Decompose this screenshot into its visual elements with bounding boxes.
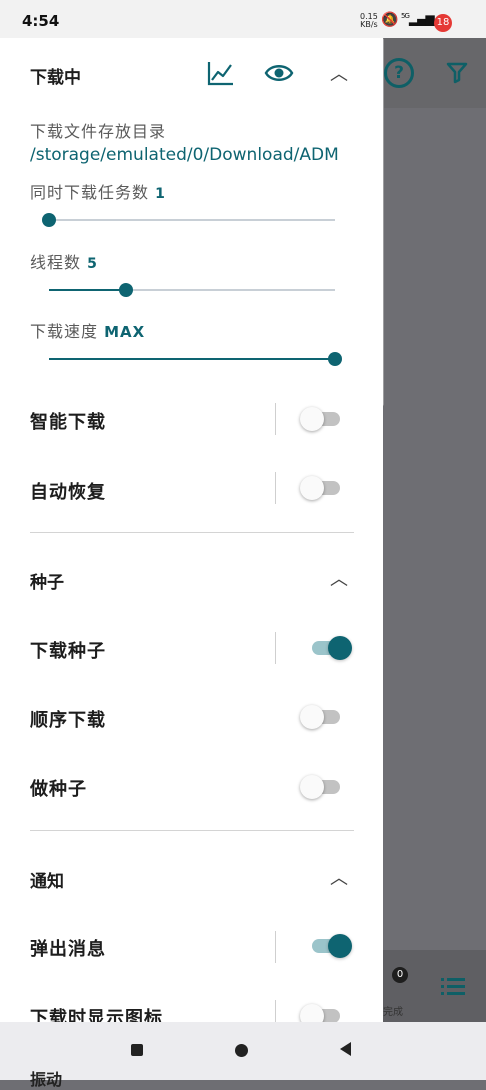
- download-torrent-label: 下载种子: [30, 641, 106, 662]
- slider-thumb[interactable]: [42, 213, 56, 227]
- home-button[interactable]: [235, 1044, 248, 1057]
- toggle-thumb: [328, 636, 352, 660]
- section-title-notify: 通知: [30, 872, 64, 892]
- toggle-thumb: [300, 705, 324, 729]
- slider-thumb[interactable]: [119, 283, 133, 297]
- collapse-downloading-chevron-icon[interactable]: ︿: [330, 60, 348, 86]
- network-type: 5G: [401, 12, 410, 20]
- filter-icon[interactable]: [445, 60, 469, 84]
- system-nav-bar: [0, 1022, 486, 1080]
- smart-download-toggle[interactable]: [300, 407, 342, 431]
- vibrate-label: 振动: [30, 1070, 63, 1089]
- speed-label: 下载速度 MAX: [30, 318, 145, 342]
- threads-label: 线程数 5: [30, 249, 98, 273]
- speed-value: MAX: [104, 323, 146, 341]
- notification-badge: 18: [434, 14, 452, 32]
- done-count-badge: 0: [392, 967, 408, 983]
- concurrent-tasks-value: 1: [155, 186, 166, 202]
- section-divider: [30, 830, 354, 831]
- done-tab-label: 完成: [383, 1007, 403, 1018]
- net-speed: 0.15 KB/s: [360, 12, 378, 29]
- popup-message-label: 弹出消息: [30, 939, 106, 960]
- concurrent-tasks-label-text: 同时下载任务数: [30, 183, 150, 202]
- collapse-torrent-chevron-icon[interactable]: ︿: [330, 565, 348, 591]
- toggle-thumb: [300, 476, 324, 500]
- status-bar: 4:54 0.15 KB/s 🔕 5G▂▄▆ 18: [0, 0, 486, 38]
- show-icon-toggle[interactable]: [300, 1004, 342, 1022]
- divider-vertical: [275, 931, 276, 963]
- list-icon[interactable]: [441, 976, 465, 998]
- settings-drawer: 下载中 ︿ 下载文件存放目录 /storage/emulated/0/Downl…: [0, 38, 383, 1022]
- divider-vertical: [275, 632, 276, 664]
- toggle-thumb: [300, 1004, 324, 1022]
- download-dir-label: 下载文件存放目录: [30, 122, 167, 141]
- status-time: 4:54: [22, 12, 60, 30]
- popup-message-toggle[interactable]: [310, 934, 352, 958]
- slider-fill: [49, 358, 335, 360]
- slider-thumb[interactable]: [328, 352, 342, 366]
- show-icon-label: 下载时显示图标: [30, 1008, 163, 1022]
- signal-icon: 5G▂▄▆: [401, 12, 435, 26]
- divider-vertical: [275, 403, 276, 435]
- slider-track: [49, 219, 335, 221]
- toggle-thumb: [300, 407, 324, 431]
- back-button[interactable]: [340, 1042, 351, 1056]
- smart-download-label: 智能下载: [30, 412, 106, 433]
- divider-vertical: [275, 472, 276, 504]
- sequential-download-toggle[interactable]: [300, 705, 342, 729]
- recents-button[interactable]: [131, 1044, 143, 1056]
- speed-label-text: 下载速度: [30, 322, 99, 341]
- toggle-thumb: [300, 775, 324, 799]
- toggle-thumb: [328, 934, 352, 958]
- divider-vertical: [275, 1000, 276, 1022]
- auto-resume-toggle[interactable]: [300, 476, 342, 500]
- threads-value: 5: [87, 256, 98, 272]
- concurrent-tasks-label: 同时下载任务数 1: [30, 179, 166, 203]
- concurrent-tasks-slider[interactable]: [42, 213, 335, 227]
- slider-fill: [49, 289, 126, 291]
- collapse-notify-chevron-icon[interactable]: ︿: [330, 864, 348, 890]
- section-title-downloading: 下载中: [30, 68, 81, 88]
- question-circle-icon[interactable]: ?: [384, 58, 414, 88]
- speed-slider[interactable]: [49, 352, 342, 366]
- section-divider: [30, 532, 354, 533]
- mute-icon: 🔕: [381, 12, 399, 28]
- threads-slider[interactable]: [49, 283, 335, 297]
- download-dir-path[interactable]: /storage/emulated/0/Download/ADM: [30, 145, 339, 165]
- chart-icon[interactable]: [207, 60, 235, 86]
- threads-label-text: 线程数: [30, 253, 82, 272]
- eye-icon[interactable]: [264, 62, 294, 84]
- seeding-toggle[interactable]: [300, 775, 342, 799]
- section-title-torrent: 种子: [30, 573, 64, 593]
- auto-resume-label: 自动恢复: [30, 482, 106, 503]
- seeding-label: 做种子: [30, 779, 87, 800]
- download-torrent-toggle[interactable]: [310, 636, 352, 660]
- sequential-download-label: 顺序下载: [30, 710, 106, 731]
